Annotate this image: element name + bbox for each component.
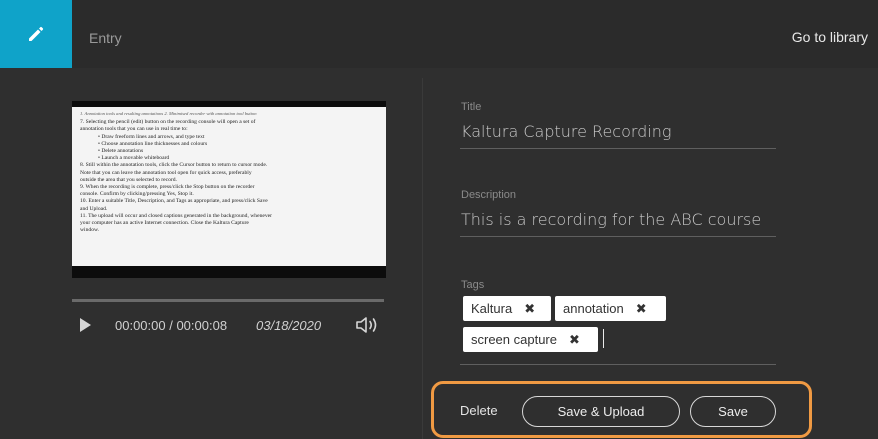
doc-line: window. [80,227,100,234]
doc-line: console. Confirm by clicking/pressing Ye… [80,191,194,198]
remove-tag-icon[interactable]: ✖ [524,301,535,317]
tags-input-cursor[interactable] [603,329,604,348]
doc-caption: 1. Annotation tools and resulting annota… [80,111,257,116]
description-label: Description [461,189,517,201]
go-to-library-link[interactable]: Go to library [792,29,868,45]
tag-label: Kaltura [471,301,513,316]
panel-divider [422,78,423,439]
remove-tag-icon[interactable]: ✖ [636,301,647,317]
progress-bar[interactable] [72,299,384,302]
tags-underline [460,364,776,365]
recording-date: 03/18/2020 [256,318,322,333]
time-display: 00:00:00 / 00:00:08 [115,318,228,333]
title-input[interactable]: Kaltura Capture Recording [461,122,672,141]
doc-line: your computer has an active Internet con… [80,220,249,227]
remove-tag-icon[interactable]: ✖ [569,332,580,348]
edit-button[interactable] [0,0,72,68]
doc-line: 9. When the recording is complete, press… [80,184,255,191]
pencil-icon [29,26,44,41]
tag-chip: screen capture ✖ [463,327,598,352]
doc-line: 10. Enter a suitable Title, Description,… [80,198,268,205]
delete-button[interactable]: Delete [460,403,498,418]
description-underline [460,236,776,237]
tag-chip: Kaltura ✖ [463,296,551,321]
doc-line: • Delete annotations [98,148,144,155]
entry-label: Entry [89,30,122,46]
tag-label: annotation [563,301,624,316]
title-underline [460,148,776,149]
doc-line: outside the area that you selected to re… [80,176,177,183]
doc-line: • Draw freeform lines and arrows, and ty… [98,133,205,140]
save-upload-button[interactable]: Save & Upload [522,396,680,427]
speaker-icon[interactable] [355,315,385,335]
doc-line: • Choose annotation line thicknesses and… [98,140,208,147]
description-input[interactable]: This is a recording for the ABC course [461,210,761,229]
doc-line: 8. Still within the annotation tools, cl… [80,162,268,169]
top-bar: Entry Go to library [0,0,878,68]
title-label: Title [461,101,482,113]
doc-line: • Launch a movable whiteboard [98,155,170,162]
doc-line: Note that you can leave the annotation t… [80,169,252,176]
play-icon[interactable] [80,318,91,332]
video-frame-document: 1. Annotation tools and resulting annota… [72,107,386,266]
doc-line: 7. Selecting the pencil (edit) button on… [80,119,256,126]
video-preview[interactable]: 1. Annotation tools and resulting annota… [72,101,386,278]
tag-chip: annotation ✖ [555,296,666,321]
tag-label: screen capture [471,332,557,347]
tags-label: Tags [461,279,485,291]
doc-line: 11. The upload will occur and closed cap… [80,212,272,219]
save-button[interactable]: Save [690,396,776,427]
doc-line: and Upload. [80,205,108,212]
doc-line: annotation tools that you can use in rea… [80,126,188,133]
